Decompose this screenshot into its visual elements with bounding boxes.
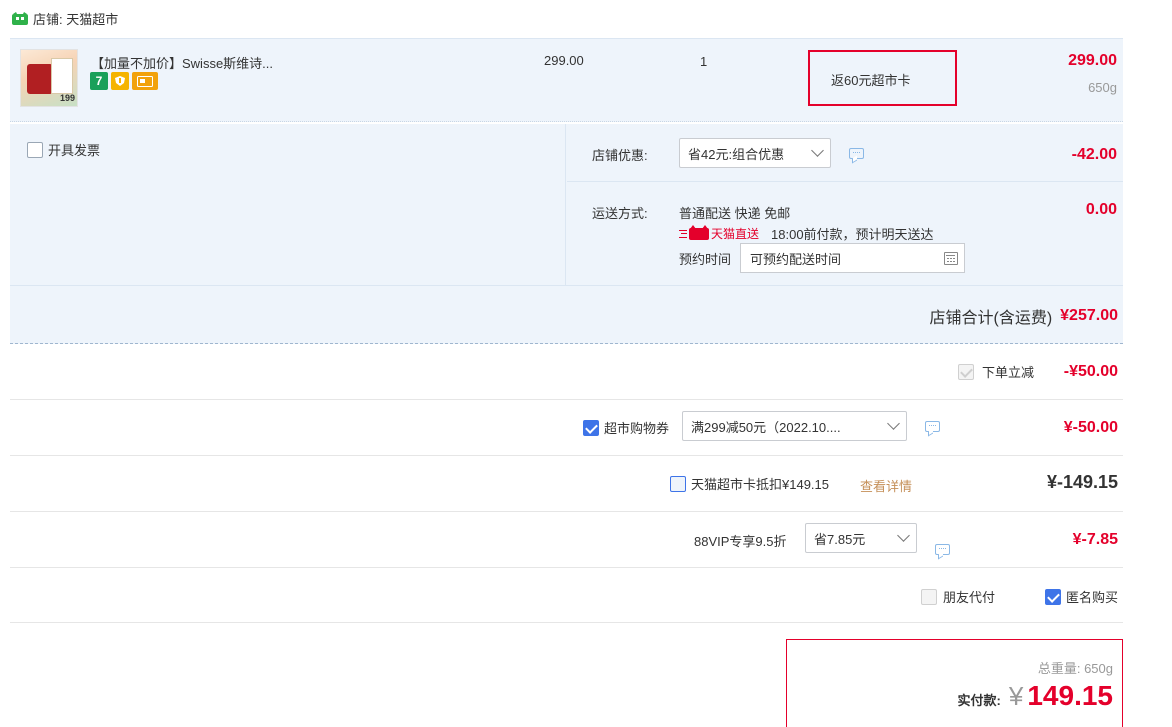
supermarket-card-amount: ¥-149.15 bbox=[1046, 472, 1118, 492]
item-weight: 650g bbox=[1088, 80, 1117, 95]
shop-name[interactable]: 店铺: 天猫超市 bbox=[33, 9, 118, 28]
delivery-note: 18:00前付款，预计明天送达 bbox=[771, 227, 934, 242]
coupon-label: 超市购物券 bbox=[604, 421, 670, 436]
invoice-checkbox[interactable] bbox=[27, 141, 43, 158]
shop-tmall-icon bbox=[12, 11, 28, 25]
shop-header: 店铺: 天猫超市 bbox=[12, 9, 118, 27]
divider bbox=[10, 567, 1123, 568]
friend-pay-label: 朋友代付 bbox=[943, 590, 996, 605]
order-options: 开具发票 店铺优惠: 省42元:组合优惠 -42.00 运送方式: 普通配送 快… bbox=[10, 124, 1123, 344]
shop-discount-select[interactable]: 省42元:组合优惠 bbox=[679, 138, 831, 168]
calendar-icon[interactable] bbox=[944, 251, 958, 265]
actual-payment: 实付款: ¥ 149.15 bbox=[958, 680, 1113, 712]
invoice-column: 开具发票 bbox=[10, 124, 566, 285]
appointment-placeholder: 可预约配送时间 bbox=[750, 251, 842, 267]
instant-discount-label: 下单立减 bbox=[982, 365, 1035, 380]
coupon-value: 满299减50元（2022.10.... bbox=[691, 419, 841, 435]
coupon-option[interactable]: 超市购物券 bbox=[583, 418, 669, 437]
appointment-label: 预约时间 bbox=[679, 252, 732, 267]
invoice-label: 开具发票 bbox=[48, 143, 101, 158]
shop-total-label: 店铺合计(含运费) bbox=[929, 310, 1053, 327]
currency-symbol: ¥ bbox=[1008, 681, 1024, 711]
quantity: 1 bbox=[700, 54, 708, 69]
total-weight: 总重量: 650g bbox=[1038, 658, 1113, 677]
total-weight-value: 650g bbox=[1084, 661, 1113, 676]
shipping-label: 运送方式: bbox=[592, 206, 648, 221]
message-icon[interactable] bbox=[935, 544, 950, 555]
view-details-link[interactable]: 查看详情 bbox=[860, 476, 912, 495]
friend-pay-checkbox[interactable] bbox=[921, 588, 937, 605]
item-total: 299.00 bbox=[1068, 52, 1117, 69]
shop-total: 店铺合计(含运费) ¥257.00 bbox=[929, 304, 1118, 328]
actual-payment-value: 149.15 bbox=[1027, 680, 1113, 711]
message-icon[interactable] bbox=[849, 148, 864, 159]
supermarket-card-checkbox[interactable] bbox=[670, 475, 686, 492]
vip-amount: ¥-7.85 bbox=[1072, 531, 1118, 548]
divider bbox=[567, 181, 1123, 182]
supermarket-card-label: 天猫超市卡抵扣¥149.15 bbox=[691, 477, 829, 492]
tmall-cat-icon bbox=[689, 224, 709, 240]
divider bbox=[10, 399, 1123, 400]
payment-summary: 总重量: 650g 实付款: ¥ 149.15 bbox=[786, 639, 1123, 727]
anonymous-buy-label: 匿名购买 bbox=[1066, 590, 1119, 605]
appointment-time-input[interactable]: 可预约配送时间 bbox=[740, 243, 965, 273]
coupon-amount: ¥-50.00 bbox=[1063, 419, 1118, 436]
delivery-row: 天猫直送 18:00前付款，预计明天送达 bbox=[679, 224, 934, 243]
shop-discount-value: 省42元:组合优惠 bbox=[688, 146, 785, 162]
promo-text: 返60元超市卡 bbox=[831, 73, 911, 88]
seven-day-return-icon: 7 bbox=[90, 72, 108, 90]
guarantee-shield-icon bbox=[111, 72, 129, 90]
coupon-checkbox[interactable] bbox=[583, 419, 599, 436]
card-payment-icon bbox=[132, 72, 158, 90]
friend-pay-option[interactable]: 朋友代付 bbox=[921, 587, 995, 606]
speed-icon bbox=[679, 229, 687, 238]
thumb-tag: 199 bbox=[59, 93, 75, 103]
product-thumbnail[interactable]: 199 bbox=[20, 49, 78, 107]
divider bbox=[10, 622, 1123, 623]
divider bbox=[10, 285, 1123, 286]
vip-discount-select[interactable]: 省7.85元 bbox=[805, 523, 917, 553]
divider bbox=[10, 511, 1123, 512]
tmall-direct-tag: 天猫直送 bbox=[679, 224, 760, 242]
vip-value: 省7.85元 bbox=[814, 531, 866, 547]
unit-price: 299.00 bbox=[544, 53, 584, 68]
total-weight-label: 总重量: bbox=[1037, 661, 1081, 676]
anonymous-buy-checkbox[interactable] bbox=[1045, 588, 1061, 605]
vip-label: 88VIP专享9.5折 bbox=[694, 534, 787, 549]
instant-discount-option: 下单立减 bbox=[958, 362, 1034, 381]
invoice-option[interactable]: 开具发票 bbox=[27, 140, 100, 159]
shop-discount-label: 店铺优惠: bbox=[592, 148, 648, 163]
shop-discount-amount: -42.00 bbox=[1071, 146, 1117, 163]
tmall-direct-label: 天猫直送 bbox=[711, 227, 760, 241]
coupon-select[interactable]: 满299减50元（2022.10.... bbox=[682, 411, 907, 441]
shipping-method: 普通配送 快递 免邮 bbox=[679, 206, 791, 221]
supermarket-card-option[interactable]: 天猫超市卡抵扣¥149.15 bbox=[670, 474, 829, 493]
shop-total-value: ¥257.00 bbox=[1060, 307, 1118, 324]
divider bbox=[10, 455, 1123, 456]
product-badges: 7 bbox=[90, 72, 158, 90]
instant-discount-checkbox bbox=[958, 363, 974, 380]
product-title[interactable]: 【加量不加价】Swisse斯维诗... bbox=[91, 53, 273, 72]
anonymous-buy-option[interactable]: 匿名购买 bbox=[1045, 587, 1118, 606]
chevron-down-icon bbox=[897, 529, 910, 542]
message-icon[interactable] bbox=[925, 421, 940, 432]
promo-highlight: 返60元超市卡 bbox=[808, 50, 957, 106]
order-item-row: 199 【加量不加价】Swisse斯维诗... 7 299.00 1 返60元超… bbox=[10, 38, 1123, 122]
chevron-down-icon bbox=[811, 144, 824, 157]
actual-payment-label: 实付款: bbox=[957, 693, 1001, 708]
shipping-amount: 0.00 bbox=[1085, 201, 1117, 218]
instant-discount-amount: -¥50.00 bbox=[1063, 363, 1118, 380]
chevron-down-icon bbox=[887, 417, 900, 430]
